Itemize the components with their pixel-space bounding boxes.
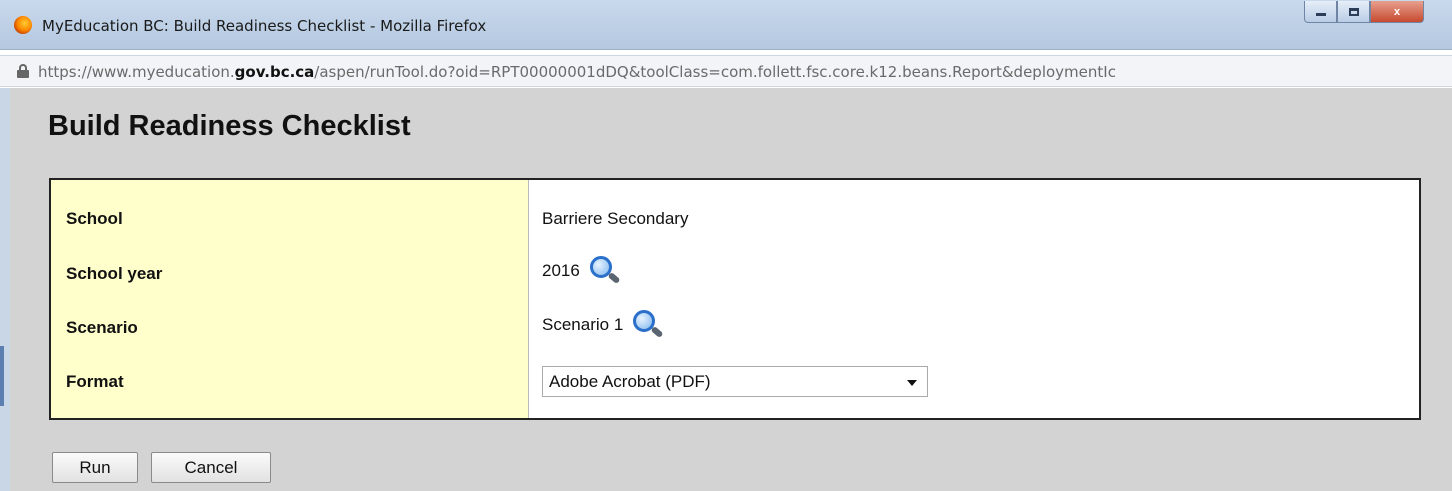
minimize-icon xyxy=(1315,13,1326,16)
maximize-button[interactable] xyxy=(1337,1,1370,23)
school-name: Barriere Secondary xyxy=(542,209,689,228)
run-button[interactable]: Run xyxy=(52,452,138,483)
window-controls: x xyxy=(1304,1,1424,23)
url-suffix: /aspen/runTool.do?oid=RPT00000001dDQ&too… xyxy=(314,63,1116,81)
window-titlebar: MyEducation BC: Build Readiness Checklis… xyxy=(0,0,1452,50)
close-icon: x xyxy=(1393,5,1401,18)
left-edge xyxy=(0,88,10,491)
firefox-icon xyxy=(14,16,32,34)
school-label: School xyxy=(66,209,123,228)
format-label: Format xyxy=(66,372,124,391)
search-icon[interactable] xyxy=(631,310,664,340)
cancel-button[interactable]: Cancel xyxy=(151,452,271,483)
scenario-label: Scenario xyxy=(66,318,138,337)
address-bar[interactable]: https://www.myeducation.gov.bc.ca/aspen/… xyxy=(0,55,1452,87)
chevron-down-icon xyxy=(907,380,917,386)
search-icon[interactable] xyxy=(588,256,621,286)
scenario-text: Scenario 1 xyxy=(542,315,624,334)
label-column: School School year Scenario Format xyxy=(51,180,529,418)
report-parameters-form: School School year Scenario Format Barri… xyxy=(49,178,1421,420)
format-selected-value: Adobe Acrobat (PDF) xyxy=(549,372,711,391)
page-title: Build Readiness Checklist xyxy=(48,110,411,142)
url-prefix: https://www.myeducation. xyxy=(38,63,235,81)
school-year-value: 2016 xyxy=(542,256,621,286)
url-text[interactable]: https://www.myeducation.gov.bc.ca/aspen/… xyxy=(38,63,1443,81)
school-year-label: School year xyxy=(66,264,163,283)
minimize-button[interactable] xyxy=(1304,1,1337,23)
close-button[interactable]: x xyxy=(1370,1,1424,23)
scenario-value: Scenario 1 xyxy=(542,310,664,340)
format-select[interactable]: Adobe Acrobat (PDF) xyxy=(542,366,928,397)
lock-icon xyxy=(17,64,29,78)
maximize-icon xyxy=(1348,7,1359,16)
window-title: MyEducation BC: Build Readiness Checklis… xyxy=(42,17,487,35)
url-domain: gov.bc.ca xyxy=(234,63,315,81)
school-value: Barriere Secondary xyxy=(542,209,688,229)
school-year-text: 2016 xyxy=(542,261,580,280)
